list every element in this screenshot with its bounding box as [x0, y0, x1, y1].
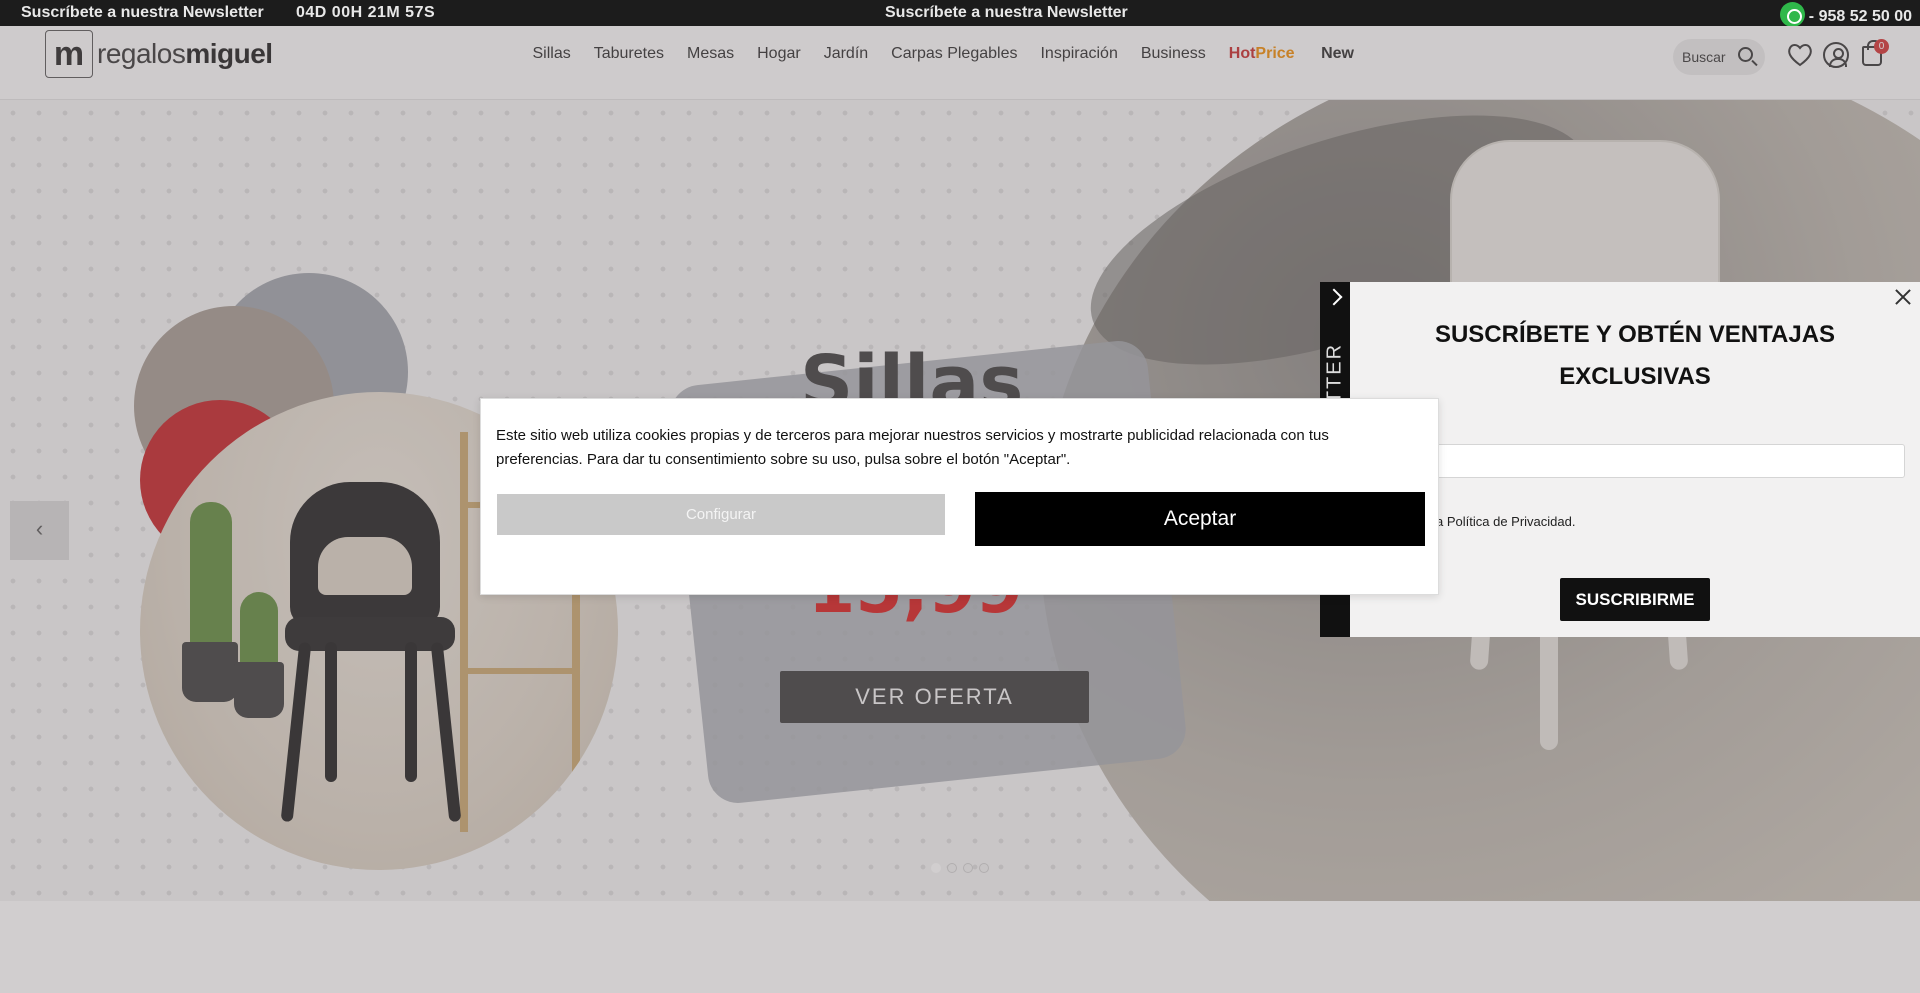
top-bar: Suscríbete a nuestra Newsletter 04D 00H …: [0, 0, 1920, 27]
phone-number: - 958 52 50 00: [1808, 7, 1912, 25]
newsletter-email-input[interactable]: [1390, 444, 1905, 478]
cookie-consent-text: Este sitio web utiliza cookies propias y…: [496, 427, 1329, 468]
whatsapp-icon[interactable]: [1779, 2, 1805, 27]
subscribe-button[interactable]: SUSCRIBIRME: [1560, 578, 1710, 621]
chevron-right-icon[interactable]: [1325, 288, 1343, 306]
newsletter-title: SUSCRÍBETE Y OBTÉN VENTAJAS EXCLUSIVAS: [1434, 321, 1836, 390]
newsletter-link-center[interactable]: Suscríbete a nuestra Newsletter: [885, 4, 1128, 22]
newsletter-link-left[interactable]: Suscríbete a nuestra Newsletter: [21, 4, 264, 22]
privacy-policy-text[interactable]: a Política de Privacidad.: [1436, 514, 1575, 529]
countdown-timer: 04D 00H 21M 57S: [296, 4, 436, 21]
accept-cookies-button[interactable]: Aceptar: [975, 492, 1425, 546]
cookie-consent-dialog: Este sitio web utiliza cookies propias y…: [480, 398, 1439, 595]
configure-cookies-button[interactable]: Configurar: [497, 494, 945, 535]
close-icon[interactable]: [1894, 288, 1912, 306]
